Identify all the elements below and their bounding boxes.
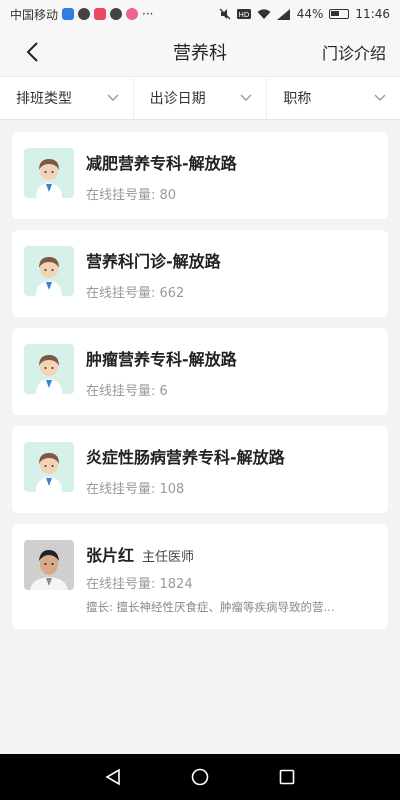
signal-icon — [276, 8, 290, 20]
card-body: 肿瘤营养专科-解放路 在线挂号量: 6 — [86, 344, 376, 399]
back-button[interactable] — [18, 38, 46, 66]
more-notifications-icon: ··· — [142, 7, 154, 21]
triangle-back-icon — [105, 768, 121, 786]
doctor-card[interactable]: 张片红 主任医师 在线挂号量: 1824 擅长: 擅长神经性厌食症、肿瘤等疾病导致… — [12, 524, 388, 629]
chevron-down-icon — [240, 94, 252, 101]
clinic-title: 炎症性肠病营养专科-解放路 — [86, 448, 285, 467]
status-bar: 中国移动 ··· HD 44% 11:46 — [0, 0, 400, 28]
mute-icon — [219, 8, 231, 20]
filter-visit-date[interactable]: 出诊日期 — [134, 77, 268, 119]
clinic-list: 减肥营养专科-解放路 在线挂号量: 80 营养科门诊-解放路 在线挂号量: 66… — [12, 132, 388, 640]
circle-home-icon — [191, 768, 209, 786]
square-recents-icon — [279, 769, 294, 785]
svg-text:HD: HD — [238, 11, 249, 19]
filter-title[interactable]: 职称 — [267, 77, 400, 119]
clinic-card[interactable]: 减肥营养专科-解放路 在线挂号量: 80 — [12, 132, 388, 219]
chevron-down-icon — [374, 94, 386, 101]
filter-label: 出诊日期 — [149, 91, 206, 107]
battery-percent: 44% — [296, 7, 324, 21]
clinic-card[interactable]: 营养科门诊-解放路 在线挂号量: 662 — [12, 230, 388, 317]
clock: 11:46 — [355, 7, 390, 21]
card-body: 营养科门诊-解放路 在线挂号量: 662 — [86, 246, 376, 301]
mail-notification-icon — [110, 8, 123, 20]
doctor-placeholder-avatar — [24, 246, 74, 296]
card-body: 减肥营养专科-解放路 在线挂号量: 80 — [86, 148, 376, 203]
doctor-name-row: 张片红 主任医师 — [86, 542, 376, 566]
doctor-placeholder-avatar — [24, 442, 74, 492]
doctor-specialty: 擅长: 擅长神经性厌食症、肿瘤等疾病导致的营... — [86, 600, 335, 614]
filter-bar: 排班类型 出诊日期 职称 — [0, 76, 400, 120]
heart-notification-icon — [94, 8, 107, 20]
card-body: 炎症性肠病营养专科-解放路 在线挂号量: 108 — [86, 442, 376, 497]
registration-count: 在线挂号量: 108 — [86, 482, 185, 497]
doctor-placeholder-avatar — [24, 148, 74, 198]
hd-icon: HD — [236, 9, 251, 19]
doctor-placeholder-avatar — [24, 344, 74, 394]
clinic-card[interactable]: 炎症性肠病营养专科-解放路 在线挂号量: 108 — [12, 426, 388, 513]
card-body: 张片红 主任医师 在线挂号量: 1824 擅长: 擅长神经性厌食症、肿瘤等疾病导致… — [86, 540, 376, 615]
carrier-label: 中国移动 — [10, 7, 59, 22]
clinic-title: 营养科门诊-解放路 — [86, 252, 221, 271]
clinic-intro-link[interactable]: 门诊介绍 — [322, 40, 386, 64]
chat-notification-icon — [78, 8, 91, 20]
filter-schedule-type[interactable]: 排班类型 — [0, 77, 134, 119]
doctor-photo — [24, 540, 74, 590]
system-back-button[interactable] — [98, 762, 128, 792]
weibo-notification-icon — [126, 8, 139, 20]
registration-count: 在线挂号量: 1824 — [86, 577, 193, 592]
battery-icon — [329, 9, 350, 19]
registration-count: 在线挂号量: 80 — [86, 188, 177, 203]
doctor-role: 主任医师 — [142, 550, 195, 565]
clinic-title: 肿瘤营养专科-解放路 — [86, 350, 237, 369]
back-arrow-icon — [26, 42, 38, 62]
wifi-icon — [257, 8, 271, 19]
registration-count: 在线挂号量: 662 — [86, 286, 185, 301]
filter-label: 职称 — [283, 91, 312, 107]
app-notification-icon — [62, 8, 75, 20]
system-recents-button[interactable] — [272, 762, 302, 792]
system-home-button[interactable] — [185, 762, 215, 792]
filter-label: 排班类型 — [16, 91, 72, 107]
clinic-title: 减肥营养专科-解放路 — [86, 154, 237, 173]
clinic-card[interactable]: 肿瘤营养专科-解放路 在线挂号量: 6 — [12, 328, 388, 415]
status-right: HD 44% 11:46 — [219, 7, 390, 21]
status-left: 中国移动 ··· — [10, 6, 153, 23]
chevron-down-icon — [107, 94, 119, 101]
nav-bar: 营养科 门诊介绍 — [0, 28, 400, 76]
registration-count: 在线挂号量: 6 — [86, 384, 168, 399]
system-nav-bar — [0, 754, 400, 800]
doctor-name: 张片红 — [86, 546, 135, 565]
